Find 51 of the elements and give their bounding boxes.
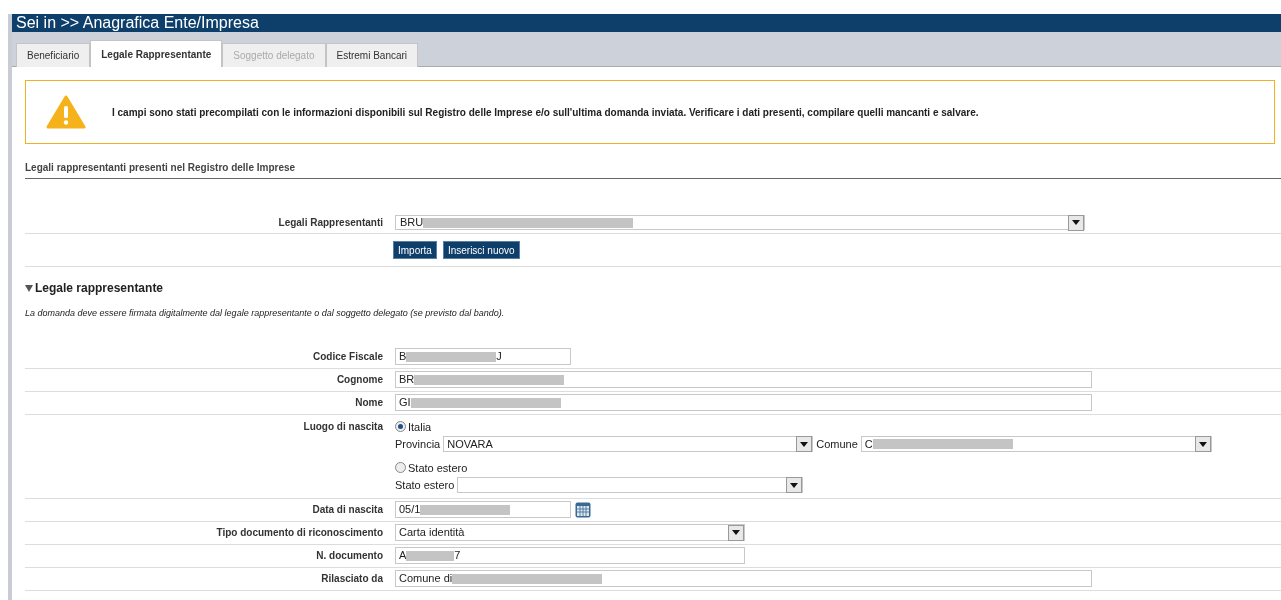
- field-label: Tipo documento di riconoscimento: [215, 526, 384, 540]
- section-note: La domanda deve essere firmata digitalmente dal legale rappresentante o dal soggetto delegato (se previsto dal bando).: [25, 307, 506, 320]
- field-value: 7: [454, 548, 461, 564]
- radio-button[interactable]: [395, 421, 406, 433]
- tab[interactable]: Beneficiario: [16, 43, 91, 67]
- radio-label: Stato estero: [408, 460, 468, 476]
- radio-button[interactable]: [395, 462, 406, 474]
- field-value: Comune di: [399, 571, 453, 587]
- field-label: Comune: [816, 437, 858, 452]
- dropdown[interactable]: BRU: [395, 215, 1085, 230]
- section-heading: Legali rappresentanti presenti nel Registro delle Imprese: [25, 160, 1281, 179]
- tab[interactable]: Estremi Bancari: [325, 43, 419, 67]
- field-label: Luogo di nascita: [302, 419, 384, 434]
- field-value: BR: [399, 372, 415, 388]
- dropdown[interactable]: NOVARA: [443, 436, 814, 453]
- action-button[interactable]: Importa: [393, 241, 437, 259]
- field-label: Data di nascita: [311, 503, 384, 517]
- field-value: BRU: [400, 215, 424, 231]
- field-value: J: [496, 349, 502, 365]
- text-field[interactable]: A 7: [395, 547, 745, 564]
- field-label: Codice Fiscale: [311, 350, 384, 364]
- triangle-icon: [25, 284, 33, 292]
- field-value: Carta identità: [399, 525, 465, 541]
- radio-label: Italia: [408, 419, 432, 435]
- alert-message: I campi sono stati precompilati con le informazioni disponibili sul Registro delle Imprese e/o sull'ultima domanda inviata. Verificare i dati presenti, compilare quelli mancanti e salvare.: [112, 105, 979, 120]
- dropdown[interactable]: Carta identità: [395, 524, 745, 541]
- field-label: Provincia: [395, 437, 441, 452]
- section-toggle[interactable]: Legale rappresentante: [25, 279, 164, 297]
- text-field[interactable]: B J: [395, 348, 571, 365]
- field-label: Cognome: [335, 373, 384, 387]
- field-value: C: [864, 437, 873, 452]
- date-field[interactable]: 05/1: [395, 501, 571, 518]
- field-value: B: [399, 349, 407, 365]
- warning-icon: [46, 95, 86, 129]
- field-label: Legali Rappresentanti: [277, 216, 384, 230]
- field-label: Nome: [354, 396, 384, 410]
- field-label: Stato estero: [395, 478, 455, 493]
- text-field[interactable]: BR: [395, 371, 1092, 388]
- field-value: 05/1: [399, 502, 421, 518]
- field-value: NOVARA: [447, 437, 493, 452]
- field-label: Rilasciato da: [320, 572, 384, 586]
- tab[interactable]: Legale Rappresentante: [90, 40, 223, 67]
- text-field[interactable]: GI: [395, 394, 1092, 411]
- breadcrumb-bar: Sei in >> Anagrafica Ente/Impresa: [12, 14, 1281, 32]
- text-field[interactable]: Comune di: [395, 570, 1092, 587]
- calendar-icon[interactable]: [575, 501, 591, 518]
- action-button[interactable]: Inserisci nuovo: [442, 241, 520, 259]
- field-label: N. documento: [315, 549, 384, 563]
- field-value: GI: [399, 395, 411, 411]
- field-value: A: [399, 548, 407, 564]
- dropdown[interactable]: C: [860, 436, 1212, 453]
